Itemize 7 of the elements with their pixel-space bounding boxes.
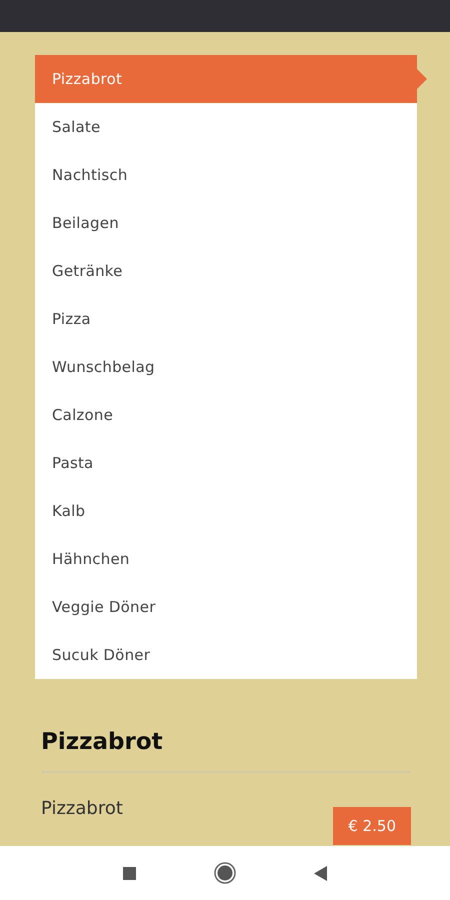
pointer-tip [417, 69, 427, 89]
recents-icon[interactable] [123, 866, 136, 880]
product-name: Pizzabrot [41, 798, 123, 819]
price-badge: € 2.50 [333, 807, 411, 845]
section-title: Pizzabrot [41, 729, 163, 755]
home-icon[interactable] [214, 862, 236, 884]
back-icon[interactable] [314, 866, 327, 880]
